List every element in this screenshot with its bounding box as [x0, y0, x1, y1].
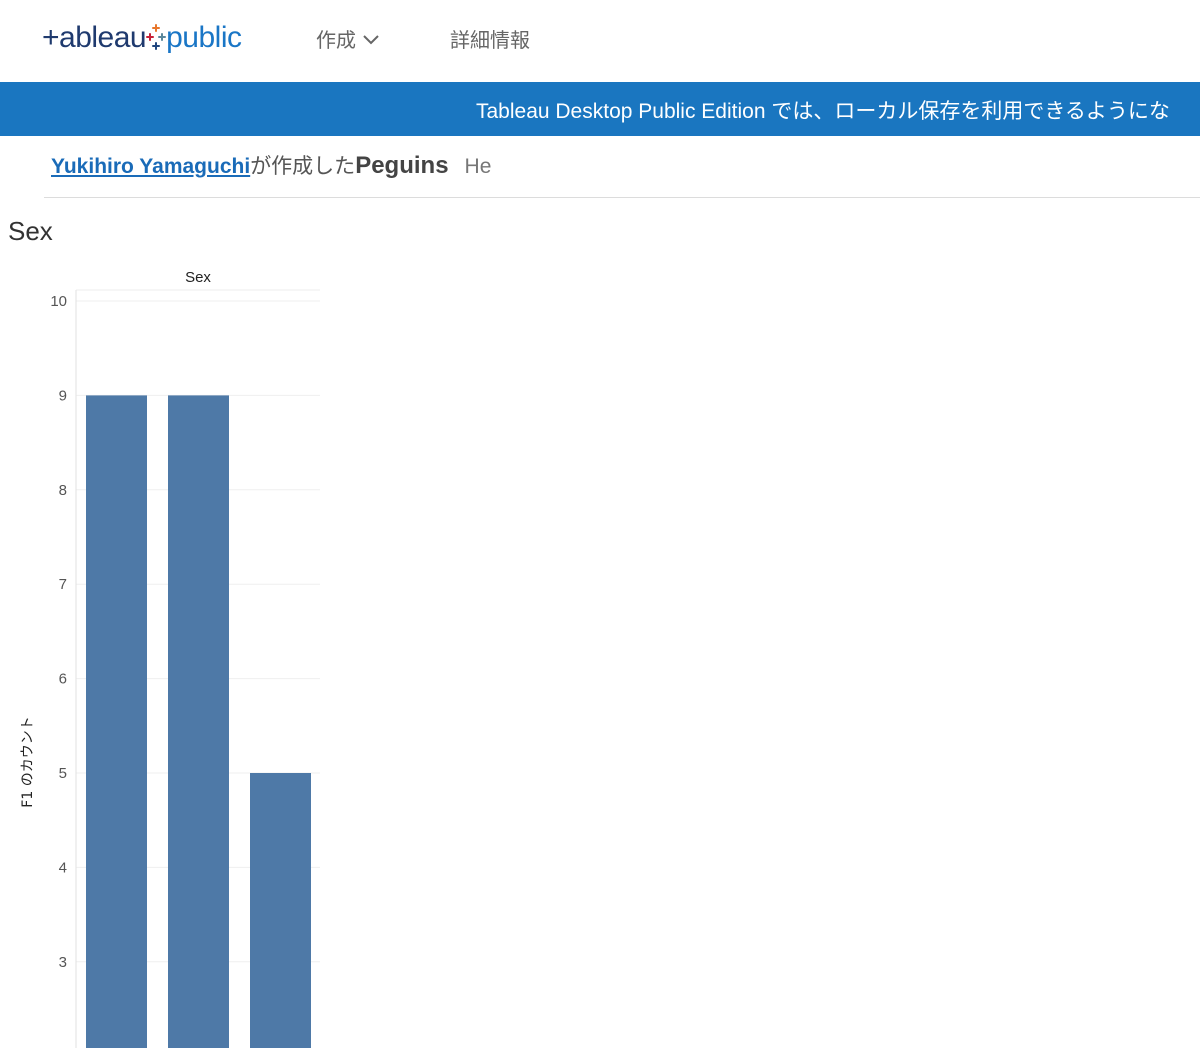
- bar: [168, 395, 229, 1048]
- sheet-tab-he[interactable]: He: [465, 155, 492, 179]
- bar: [86, 395, 147, 1048]
- y-tick-label: 5: [59, 765, 67, 782]
- byline-divider: [44, 197, 1200, 198]
- sparkle-icon: [146, 21, 167, 55]
- viz-title: Peguins: [355, 152, 449, 179]
- nav-create-menu[interactable]: 作成: [316, 24, 380, 53]
- announcement-banner: Tableau Desktop Public Edition では、ローカル保存…: [0, 82, 1200, 136]
- nav-learn-more[interactable]: 詳細情報: [450, 24, 530, 53]
- nav-learn-more-label: 詳細情報: [450, 30, 530, 52]
- bar: [250, 773, 311, 1048]
- viz-byline: Yukihiro Yamaguchi が作成した Peguins He: [51, 150, 491, 180]
- y-tick-label: 9: [59, 387, 67, 404]
- tableau-public-logo[interactable]: +ableau public: [42, 18, 242, 58]
- y-tick-label: 8: [59, 482, 67, 499]
- sheet-title: Sex: [8, 216, 53, 246]
- logo-text-tableau: +ableau: [42, 21, 147, 54]
- bar-chart: Sex2345678910F1 のカウント: [20, 269, 320, 1048]
- logo-text-public: public: [166, 21, 242, 54]
- author-link[interactable]: Yukihiro Yamaguchi: [51, 155, 250, 179]
- y-tick-label: 10: [50, 293, 67, 310]
- y-tick-label: 3: [59, 954, 67, 971]
- y-tick-label: 4: [59, 859, 67, 876]
- top-navigation: +ableau public 作成 詳細情報: [0, 0, 1200, 83]
- banner-text: Tableau Desktop Public Edition では、ローカル保存…: [476, 100, 1170, 123]
- nav-create-label: 作成: [316, 30, 356, 52]
- y-tick-label: 7: [59, 576, 67, 593]
- created-by-text: が作成した: [250, 155, 356, 178]
- pane-header-label: Sex: [185, 269, 211, 286]
- y-axis-title: F1 のカウント: [20, 716, 36, 807]
- chevron-down-icon: [362, 33, 380, 45]
- y-tick-label: 6: [59, 671, 67, 688]
